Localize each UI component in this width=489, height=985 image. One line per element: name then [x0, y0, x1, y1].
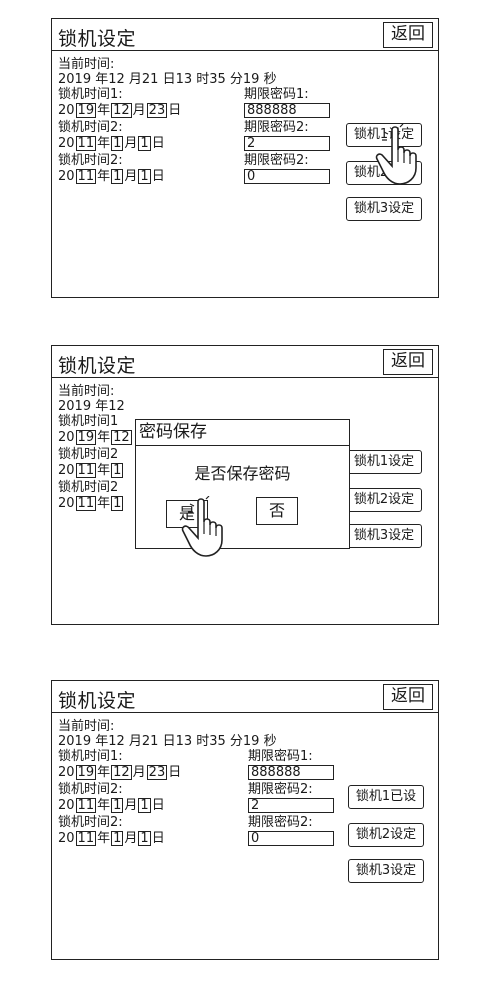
year-field[interactable]: 11	[75, 169, 97, 184]
pwd-1-label: 期限密码1:	[244, 87, 309, 102]
lock-date-3: 20 11 年 1 月 1 日	[58, 169, 165, 184]
year-field[interactable]: 19	[75, 103, 97, 118]
lock-date-2: 20 11 年 1 月 1 日	[58, 798, 165, 813]
pwd-2-label: 期限密码2:	[248, 782, 313, 797]
year-field[interactable]: 19	[75, 430, 97, 445]
lock2-set-button[interactable]: 锁机2设定	[346, 488, 422, 512]
day-field[interactable]: 1	[138, 169, 151, 184]
title-bar: 锁机设定 返回	[52, 346, 438, 378]
pwd-2-field[interactable]: 2	[248, 798, 334, 813]
screen-title: 锁机设定	[58, 690, 137, 712]
year-field[interactable]: 11	[75, 798, 97, 813]
lock3-set-button[interactable]: 锁机3设定	[346, 197, 422, 221]
year-field[interactable]: 19	[75, 765, 97, 780]
pwd-3-field[interactable]: 0	[248, 831, 334, 846]
current-time-value: 2019 年12	[58, 399, 125, 414]
lock3-set-button[interactable]: 锁机3设定	[346, 524, 422, 548]
back-button[interactable]: 返回	[383, 684, 433, 710]
title-bar: 锁机设定 返回	[52, 681, 438, 713]
pwd-3-field[interactable]: 0	[244, 169, 330, 184]
year-field[interactable]: 11	[75, 496, 97, 511]
dialog-title: 密码保存	[136, 420, 349, 446]
pwd-2-label: 期限密码2:	[244, 120, 309, 135]
lock-date-1: 20 19 年 12	[58, 430, 132, 445]
lock-settings-screen-3: 锁机设定 返回 当前时间: 2019 年12 月21 日13 时35 分19 秒…	[51, 680, 439, 960]
back-button[interactable]: 返回	[383, 22, 433, 48]
year-field[interactable]: 11	[75, 463, 97, 478]
back-button[interactable]: 返回	[383, 349, 433, 375]
pwd-1-field[interactable]: 888888	[248, 765, 334, 780]
screen-title: 锁机设定	[58, 355, 137, 377]
year-field[interactable]: 11	[75, 831, 97, 846]
lock-time-2-label: 锁机时间2:	[58, 120, 123, 135]
settings-content: 当前时间: 2019 年12 月21 日13 时35 分19 秒 锁机时间1: …	[58, 57, 438, 297]
month-field[interactable]: 12	[111, 103, 132, 118]
lock-date-2: 20 11 年 1	[58, 463, 124, 478]
month-field[interactable]: 12	[111, 765, 132, 780]
lock-time-1-label: 锁机时间1	[58, 414, 119, 429]
lock-time-3-label: 锁机时间2	[58, 480, 119, 495]
current-time-value: 2019 年12 月21 日13 时35 分19 秒	[58, 72, 277, 87]
lock-time-3-label: 锁机时间2:	[58, 153, 123, 168]
pwd-1-field[interactable]: 888888	[244, 103, 330, 118]
save-password-dialog: 密码保存 是否保存密码 是 否	[135, 419, 350, 549]
lock-date-3: 20 11 年 1 月 1 日	[58, 831, 165, 846]
lock-time-1-label: 锁机时间1:	[58, 87, 123, 102]
lock1-set-button[interactable]: 锁机1设定	[346, 123, 422, 147]
day-field[interactable]: 1	[138, 831, 151, 846]
lock-settings-screen-2: 锁机设定 返回 当前时间: 2019 年12 锁机时间1 20 19 年 12 锁机时…	[51, 345, 439, 625]
lock3-set-button[interactable]: 锁机3设定	[348, 859, 424, 883]
dialog-message: 是否保存密码	[194, 464, 291, 483]
day-field[interactable]: 23	[146, 765, 168, 780]
day-field[interactable]: 23	[146, 103, 168, 118]
lock-date-2: 20 11 年 1 月 1 日	[58, 136, 165, 151]
title-bar: 锁机设定 返回	[52, 19, 438, 51]
lock-date-3: 20 11 年 1	[58, 496, 124, 511]
lock-time-2-label: 锁机时间2:	[58, 782, 123, 797]
lock1-set-button[interactable]: 锁机1设定	[346, 450, 422, 474]
month-field[interactable]: 1	[111, 496, 124, 511]
current-time-label: 当前时间:	[58, 384, 115, 399]
lock2-set-button[interactable]: 锁机2设定	[348, 823, 424, 847]
current-time-label: 当前时间:	[58, 57, 115, 72]
settings-content: 当前时间: 2019 年12 月21 日13 时35 分19 秒 锁机时间1: …	[58, 719, 438, 959]
lock-date-1: 20 19 年 12 月 23 日	[58, 765, 182, 780]
current-time-label: 当前时间:	[58, 719, 115, 734]
yes-button[interactable]: 是	[166, 500, 208, 528]
month-field[interactable]: 1	[111, 798, 124, 813]
lock-date-1: 20 19 年 12 月 23 日	[58, 103, 182, 118]
lock-time-1-label: 锁机时间1:	[58, 749, 123, 764]
pwd-3-label: 期限密码2:	[248, 815, 313, 830]
day-field[interactable]: 1	[138, 136, 151, 151]
month-field[interactable]: 1	[111, 831, 124, 846]
month-field[interactable]: 1	[111, 136, 124, 151]
month-field[interactable]: 1	[111, 169, 124, 184]
pwd-2-field[interactable]: 2	[244, 136, 330, 151]
lock-time-2-label: 锁机时间2	[58, 447, 119, 462]
year-field[interactable]: 11	[75, 136, 97, 151]
screen-title: 锁机设定	[58, 28, 137, 50]
lock-time-3-label: 锁机时间2:	[58, 815, 123, 830]
lock1-set-button[interactable]: 锁机1已设	[348, 785, 424, 809]
pwd-3-label: 期限密码2:	[244, 153, 309, 168]
day-field[interactable]: 1	[138, 798, 151, 813]
current-time-value: 2019 年12 月21 日13 时35 分19 秒	[58, 734, 277, 749]
no-button[interactable]: 否	[256, 497, 298, 525]
month-field[interactable]: 12	[111, 430, 132, 445]
pwd-1-label: 期限密码1:	[248, 749, 313, 764]
lock-settings-screen-1: 锁机设定 返回 当前时间: 2019 年12 月21 日13 时35 分19 秒…	[51, 18, 439, 298]
lock2-set-button[interactable]: 锁机2设定	[346, 161, 422, 185]
month-field[interactable]: 1	[111, 463, 124, 478]
